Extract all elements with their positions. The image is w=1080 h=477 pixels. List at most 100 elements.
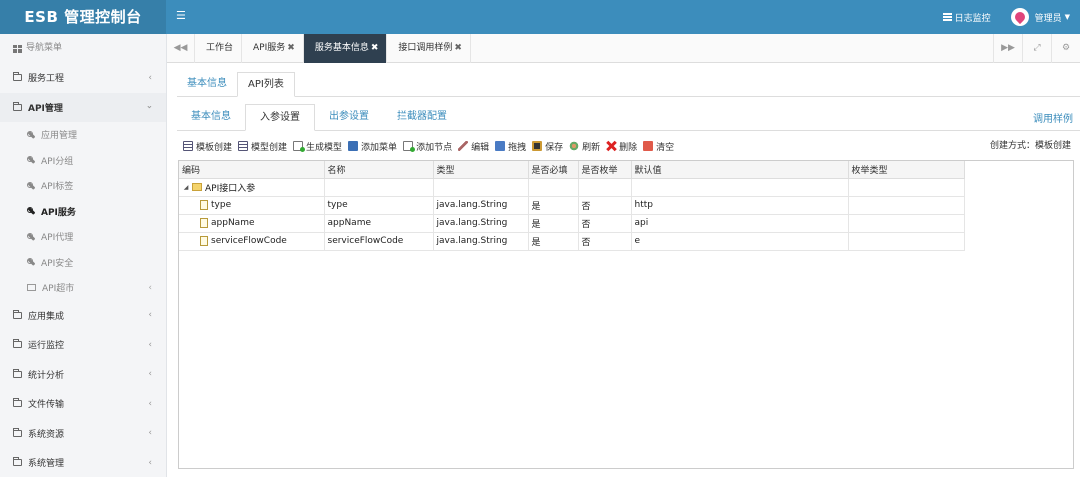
param-enum[interactable]: 否 [578,232,632,251]
delete-button[interactable]: 删除 [606,140,637,153]
param-name[interactable]: serviceFlowCode [324,232,434,251]
tab-service-basic-info[interactable]: 服务基本信息 ✖ [303,34,388,63]
param-enum[interactable]: 否 [578,214,632,233]
sidebar-item-api-management[interactable]: API管理 ‹ [0,92,166,122]
main-content: 基本信息 API列表 基本信息 入参设置 出参设置 拦截器配置 调用样例 模板创… [167,63,1080,477]
call-example-link[interactable]: 调用样例 [1033,110,1073,125]
column-header-name[interactable]: 名称 [324,161,434,179]
param-name[interactable]: type [324,196,434,215]
tab-call-example[interactable]: 接口调用样例 ✖ [387,34,471,63]
param-type[interactable]: java.lang.String [433,214,529,233]
sidebar-subitem-app-management[interactable]: 应用管理 [0,122,166,148]
wrench-icon [27,156,35,164]
user-name[interactable]: 管理员 [1035,11,1062,24]
edit-button[interactable]: 编辑 [458,140,489,153]
column-header-enum-type[interactable]: 枚举类型 [848,161,965,179]
table-row[interactable]: appName appName java.lang.String 是 否 api [179,214,965,233]
column-header-default[interactable]: 默认值 [631,161,849,179]
param-enum-type[interactable] [848,196,965,215]
tabs-scroll-right-icon[interactable]: ▶▶ [993,34,1022,63]
tabs-scroll-left-icon[interactable]: ◀◀ [167,34,195,63]
close-icon[interactable]: ✖ [287,43,295,53]
sidebar-subitem-api-group[interactable]: API分组 [0,148,166,174]
save-button[interactable]: 保存 [532,140,563,153]
sidebar-subitem-api-tag[interactable]: API标签 [0,173,166,199]
sidebar-subitem-api-market[interactable]: API超市 ‹ [0,275,166,301]
gear-icon[interactable]: ⚙ [1051,34,1080,63]
table-row-root[interactable]: ◢ API接口入参 [179,178,965,197]
refresh-button[interactable]: 刷新 [569,140,600,153]
param-tree-grid: 编码 名称 类型 是否必填 是否枚举 默认值 枚举类型 ◢ API接口入参 ty… [178,160,1074,469]
param-name[interactable]: appName [324,214,434,233]
clear-button[interactable]: 清空 [643,140,674,153]
table-row[interactable]: serviceFlowCode serviceFlowCode java.lan… [179,232,965,251]
param-enum-type[interactable] [848,214,965,233]
sidebar-subitem-api-security[interactable]: API安全 [0,250,166,276]
table-row[interactable]: type type java.lang.String 是 否 http [179,196,965,215]
button-label: 拖拽 [508,142,527,153]
expand-triangle-icon[interactable]: ◢ [182,184,190,191]
close-icon[interactable]: ✖ [371,43,379,53]
sidebar-item-app-integration[interactable]: 应用集成 ‹ [0,301,166,331]
sidebar-item-label: 系统资源 [28,429,65,440]
column-header-code[interactable]: 编码 [179,161,325,179]
model-create-button[interactable]: 模型创建 [238,140,287,153]
add-node-button[interactable]: 添加节点 [403,140,452,153]
param-default[interactable]: http [631,196,849,215]
column-header-required[interactable]: 是否必填 [528,161,579,179]
tab-api-service[interactable]: API服务 ✖ [242,34,304,63]
avatar[interactable] [1010,8,1029,26]
param-default[interactable]: api [631,214,849,233]
param-required[interactable]: 是 [528,232,579,251]
drag-button[interactable]: 拖拽 [495,140,526,153]
tab-api-list[interactable]: API列表 [237,72,295,97]
template-create-button[interactable]: 模板创建 [183,140,232,153]
tab-api-basic-info[interactable]: 基本信息 [177,104,245,131]
column-header-type[interactable]: 类型 [433,161,529,179]
add-menu-button[interactable]: 添加菜单 [348,140,397,153]
fullscreen-icon[interactable]: ⤢ [1022,34,1051,63]
sidebar-subitem-label: API安全 [41,258,74,269]
param-type[interactable]: java.lang.String [433,196,529,215]
sidebar-subitem-label: API标签 [41,182,74,193]
tab-workbench[interactable]: 工作台 [195,34,243,63]
caret-down-icon[interactable]: ▼ [1065,13,1070,21]
hamburger-icon[interactable]: ☰ [176,9,190,23]
param-required[interactable]: 是 [528,214,579,233]
menu-add-icon [348,141,359,151]
tab-basic-info[interactable]: 基本信息 [177,72,237,97]
grid-icon [13,44,22,53]
sidebar-item-label: 应用集成 [28,311,65,322]
tab-input-params[interactable]: 入参设置 [245,104,315,131]
sidebar-item-runtime-monitor[interactable]: 运行监控 ‹ [0,330,166,360]
param-table: 编码 名称 类型 是否必填 是否枚举 默认值 枚举类型 ◢ API接口入参 ty… [179,161,965,251]
folder-icon [13,72,22,82]
sidebar-subitem-api-service[interactable]: API服务 [0,199,166,225]
folder-icon [13,398,22,408]
wrench-icon [27,181,35,190]
basic-api-tabs: 基本信息 API列表 [177,72,1080,97]
generate-model-button[interactable]: 生成模型 [293,140,342,153]
param-enum-type[interactable] [848,232,965,251]
sidebar-item-system-resources[interactable]: 系统资源 ‹ [0,419,166,449]
sidebar-item-file-transfer[interactable]: 文件传输 ‹ [0,389,166,419]
wrench-icon [27,258,35,266]
tree-root-cell[interactable]: ◢ API接口入参 [179,178,325,197]
folder-icon [27,284,36,292]
nav-header-label: 导航菜单 [26,43,63,53]
log-monitor-link[interactable]: 日志监控 [942,11,991,24]
tab-interceptor-config[interactable]: 拦截器配置 [383,104,461,131]
sidebar-item-system-management[interactable]: 系统管理 ‹ [0,448,166,477]
chevron-left-icon: ‹ [148,72,152,83]
param-default[interactable]: e [631,232,849,251]
column-header-enum[interactable]: 是否枚举 [578,161,632,179]
param-code: serviceFlowCode [211,236,287,246]
close-icon[interactable]: ✖ [454,43,462,53]
sidebar-item-statistics[interactable]: 统计分析 ‹ [0,360,166,390]
tab-output-params[interactable]: 出参设置 [315,104,383,131]
param-required[interactable]: 是 [528,196,579,215]
param-enum[interactable]: 否 [578,196,632,215]
sidebar-item-service-project[interactable]: 服务工程 ‹ [0,63,166,93]
sidebar-subitem-api-proxy[interactable]: API代理 [0,224,166,250]
param-type[interactable]: java.lang.String [433,232,529,251]
